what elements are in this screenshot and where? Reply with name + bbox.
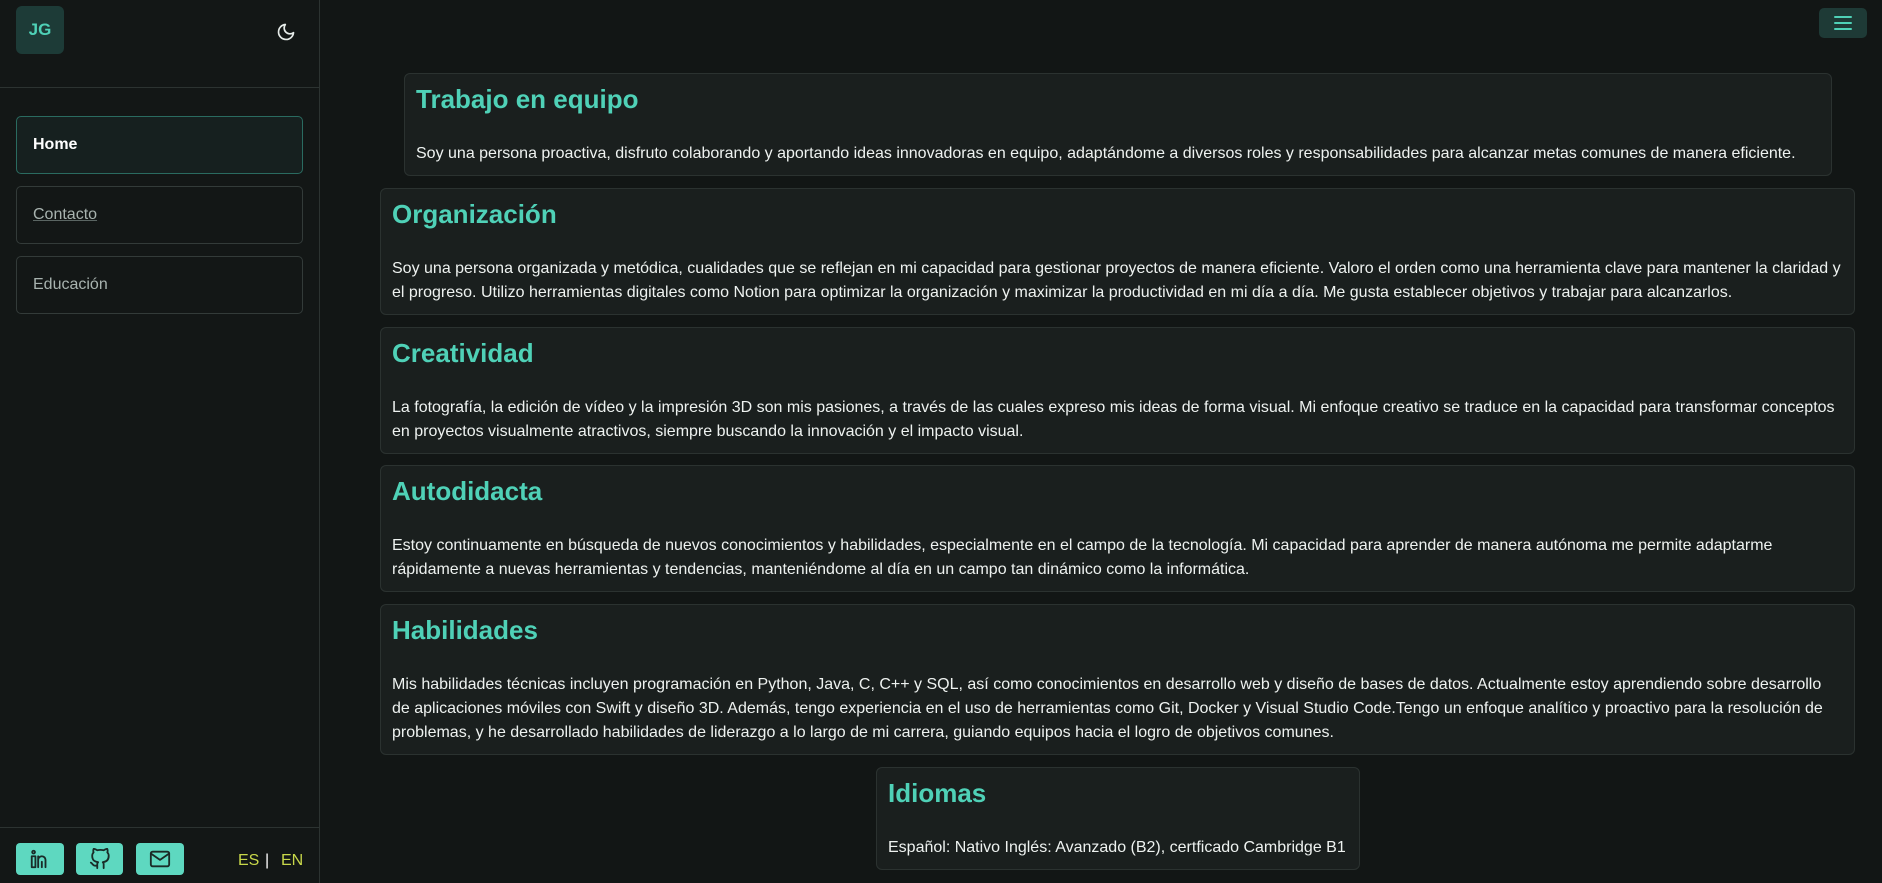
section-card-idiomas: Idiomas Español: Nativo Inglés: Avanzado…	[876, 767, 1360, 870]
sidebar: JG Home Contacto Educación ES | EN	[0, 0, 320, 883]
lang-es-link[interactable]: ES	[238, 852, 259, 870]
section-title: Creatividad	[392, 338, 534, 368]
nav-item-contacto[interactable]: Contacto	[16, 186, 303, 244]
nav-item-home[interactable]: Home	[16, 116, 303, 174]
linkedin-button[interactable]	[16, 843, 64, 875]
section-title: Autodidacta	[392, 476, 543, 506]
sidebar-nav: Home Contacto Educación	[16, 116, 303, 326]
section-title: Idiomas	[888, 778, 987, 808]
nav-item-label: Home	[33, 136, 78, 153]
section-title: Habilidades	[392, 615, 538, 645]
section-text: Soy una persona organizada y metódica, c…	[392, 260, 1841, 301]
section-text: Estoy continuamente en búsqueda de nuevo…	[392, 537, 1773, 578]
hamburger-menu-icon	[1834, 16, 1852, 30]
mail-button[interactable]	[136, 843, 184, 875]
lang-en-link[interactable]: EN	[281, 852, 303, 870]
github-icon	[89, 848, 110, 870]
lang-separator: |	[265, 852, 270, 869]
section-card-autodidacta: Autodidacta Estoy continuamente en búsqu…	[380, 465, 1855, 592]
section-card-organizacion: Organización Soy una persona organizada …	[380, 188, 1855, 315]
section-card-habilidades: Habilidades Mis habilidades técnicas inc…	[380, 604, 1855, 755]
section-card-trabajo-en-equipo: Trabajo en equipo Soy una persona proact…	[404, 73, 1832, 176]
section-text: Mis habilidades técnicas incluyen progra…	[392, 676, 1823, 741]
theme-toggle-button[interactable]	[272, 18, 300, 46]
mail-icon	[149, 850, 171, 868]
linkedin-icon	[30, 849, 47, 869]
section-card-creatividad: Creatividad La fotografía, la edición de…	[380, 327, 1855, 454]
section-text: Soy una persona proactiva, disfruto cola…	[416, 145, 1796, 162]
section-text: Español: Nativo Inglés: Avanzado (B2), c…	[888, 839, 1346, 856]
moon-icon	[277, 23, 295, 41]
section-title: Organización	[392, 199, 557, 229]
nav-item-educacion[interactable]: Educación	[16, 256, 303, 314]
sidebar-footer: ES | EN	[0, 827, 320, 883]
section-title: Trabajo en equipo	[416, 84, 639, 114]
nav-item-label: Educación	[33, 276, 108, 293]
nav-item-label: Contacto	[33, 206, 98, 223]
avatar[interactable]: JG	[16, 6, 64, 54]
menu-button[interactable]	[1819, 8, 1867, 38]
section-text: La fotografía, la edición de vídeo y la …	[392, 399, 1835, 440]
github-button[interactable]	[76, 843, 123, 875]
sidebar-header: JG	[0, 0, 319, 88]
